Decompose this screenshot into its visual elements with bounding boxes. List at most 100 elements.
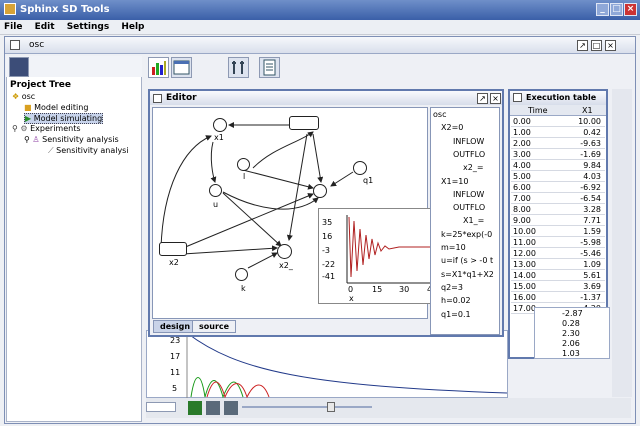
speed-slider[interactable]: [146, 402, 176, 412]
menu-settings[interactable]: Settings: [67, 22, 109, 32]
maximize-button[interactable]: □: [610, 3, 623, 16]
node-q1[interactable]: [353, 161, 367, 175]
cell-time: 3.00: [513, 150, 531, 159]
menu-file[interactable]: File: [4, 22, 22, 32]
tree-item-model-simulating[interactable]: ▶ Model simulating: [24, 113, 104, 124]
tree-item-model-editing[interactable]: ■ Model editing: [24, 103, 88, 112]
tree-item-sensitivity-analysis[interactable]: ⚲ ♙ Sensitivity analysis: [24, 135, 119, 144]
outline-item[interactable]: u=if (s > -0 t: [441, 256, 493, 265]
experiments-icon: ⚙: [20, 124, 28, 133]
table-row[interactable]: 0.00 10.00: [511, 117, 605, 127]
cell-x1: 1.59: [583, 227, 601, 236]
outline-item[interactable]: OUTFLO: [453, 150, 485, 159]
table-row[interactable]: 3.00 -1.69: [511, 150, 605, 160]
cell-time: 5.00: [513, 172, 531, 181]
stop-button[interactable]: [224, 401, 238, 415]
bg-y-tick: 23: [170, 336, 181, 345]
pause-button[interactable]: [206, 401, 220, 415]
progress-slider-track[interactable]: [242, 406, 372, 408]
outline-item[interactable]: q1=0.1: [441, 310, 471, 319]
table-row[interactable]: 14.00 5.61: [511, 271, 605, 281]
table-row[interactable]: 5.00 4.03: [511, 172, 605, 182]
window-titlebar: Sphinx SD Tools _ □ ×: [0, 0, 640, 20]
node-l[interactable]: [237, 158, 250, 171]
table-row[interactable]: 7.00 -6.54: [511, 194, 605, 204]
node-x1-label: x1: [214, 133, 224, 142]
table-row[interactable]: 16.00 -1.37: [511, 293, 605, 303]
main-toolbar: [146, 56, 631, 82]
table-row[interactable]: 1.00 0.42: [511, 128, 605, 138]
editor-close-icon[interactable]: ×: [490, 93, 501, 104]
outline-item[interactable]: x2_=: [463, 163, 484, 172]
column-time[interactable]: Time: [528, 106, 548, 115]
frame-maximize-icon[interactable]: □: [591, 40, 602, 51]
node-x1-flow[interactable]: [313, 184, 327, 198]
table-row[interactable]: 2.00 -9.63: [511, 139, 605, 149]
stock-x1[interactable]: [289, 116, 319, 130]
cell-x1: -1.69: [580, 150, 601, 159]
table-row[interactable]: 15.00 3.69: [511, 282, 605, 292]
minimize-button[interactable]: _: [596, 3, 609, 16]
outline-item[interactable]: X1_=: [463, 216, 484, 225]
folder-icon: ❖: [12, 92, 20, 101]
node-x2-label: x2: [169, 258, 179, 267]
outline-item[interactable]: k=25*exp(-0: [441, 230, 492, 239]
outline-item[interactable]: h=0.02: [441, 296, 471, 305]
node-u[interactable]: [209, 184, 222, 197]
app-icon: [4, 3, 16, 15]
outline-item[interactable]: m=10: [441, 243, 466, 252]
bar-chart-button[interactable]: [148, 57, 169, 78]
play-button[interactable]: [188, 401, 202, 415]
node-x1[interactable]: [213, 118, 227, 132]
node-k[interactable]: [235, 268, 248, 281]
cell-time: 2.00: [513, 139, 531, 148]
tree-tool-icon[interactable]: [9, 57, 29, 77]
tab-design[interactable]: design: [153, 320, 198, 333]
tree-item-osc[interactable]: ❖ osc: [12, 92, 35, 101]
cell-time: 7.00: [513, 194, 531, 203]
node-k-label: k: [241, 284, 246, 293]
table-row[interactable]: 12.00 -5.46: [511, 249, 605, 259]
outline-item[interactable]: X2=0: [441, 123, 463, 132]
table-row[interactable]: 11.00 -5.98: [511, 238, 605, 248]
node-x2-flow[interactable]: [277, 244, 292, 259]
table-row[interactable]: 4.00 9.84: [511, 161, 605, 171]
tree-item-experiments[interactable]: ⚲ ⚙ Experiments: [12, 124, 81, 133]
frame-close-icon[interactable]: ×: [605, 40, 616, 51]
node-x2b-label: x2_: [279, 261, 293, 270]
outline-item[interactable]: OUTFLO: [453, 203, 485, 212]
outline-item[interactable]: INFLOW: [453, 190, 484, 199]
table-row[interactable]: 9.00 7.71: [511, 216, 605, 226]
document-button[interactable]: [259, 57, 280, 78]
outline-item[interactable]: q2=3: [441, 283, 463, 292]
outline-item[interactable]: INFLOW: [453, 137, 484, 146]
frame-restore-icon[interactable]: ↗: [577, 40, 588, 51]
frame-icon: [10, 40, 20, 50]
outline-item[interactable]: X1=10: [441, 177, 468, 186]
menu-help[interactable]: Help: [121, 22, 144, 32]
tab-source[interactable]: source: [192, 320, 237, 333]
outline-item[interactable]: s=X1*q1+X2: [441, 270, 494, 279]
column-x1[interactable]: X1: [582, 106, 593, 115]
outline-item[interactable]: osc: [433, 110, 446, 119]
editor-window-icon: [153, 94, 162, 103]
cell-time: 16.00: [513, 293, 536, 302]
close-button[interactable]: ×: [624, 3, 637, 16]
project-frame-title: osc: [29, 40, 45, 50]
inset-x-tick: 30: [399, 285, 410, 294]
vertical-scrollbar[interactable]: [612, 89, 632, 397]
menu-edit[interactable]: Edit: [35, 22, 55, 32]
cell-x1: 10.00: [578, 117, 601, 126]
editor-restore-icon[interactable]: ↗: [477, 93, 488, 104]
execution-table-titlebar: Execution table: [510, 91, 606, 105]
window-button[interactable]: [171, 57, 192, 78]
tree-item-sensitivity-analysis-child[interactable]: ⟋ Sensitivity analysi: [48, 146, 129, 156]
stock-x2[interactable]: [159, 242, 187, 256]
table-row[interactable]: 8.00 3.28: [511, 205, 605, 215]
tools-button[interactable]: [228, 57, 249, 78]
table-row[interactable]: 13.00 1.09: [511, 260, 605, 270]
progress-slider-thumb[interactable]: [327, 402, 335, 412]
cell-x1: -9.63: [580, 139, 601, 148]
table-row[interactable]: 6.00 -6.92: [511, 183, 605, 193]
table-row[interactable]: 10.00 1.59: [511, 227, 605, 237]
